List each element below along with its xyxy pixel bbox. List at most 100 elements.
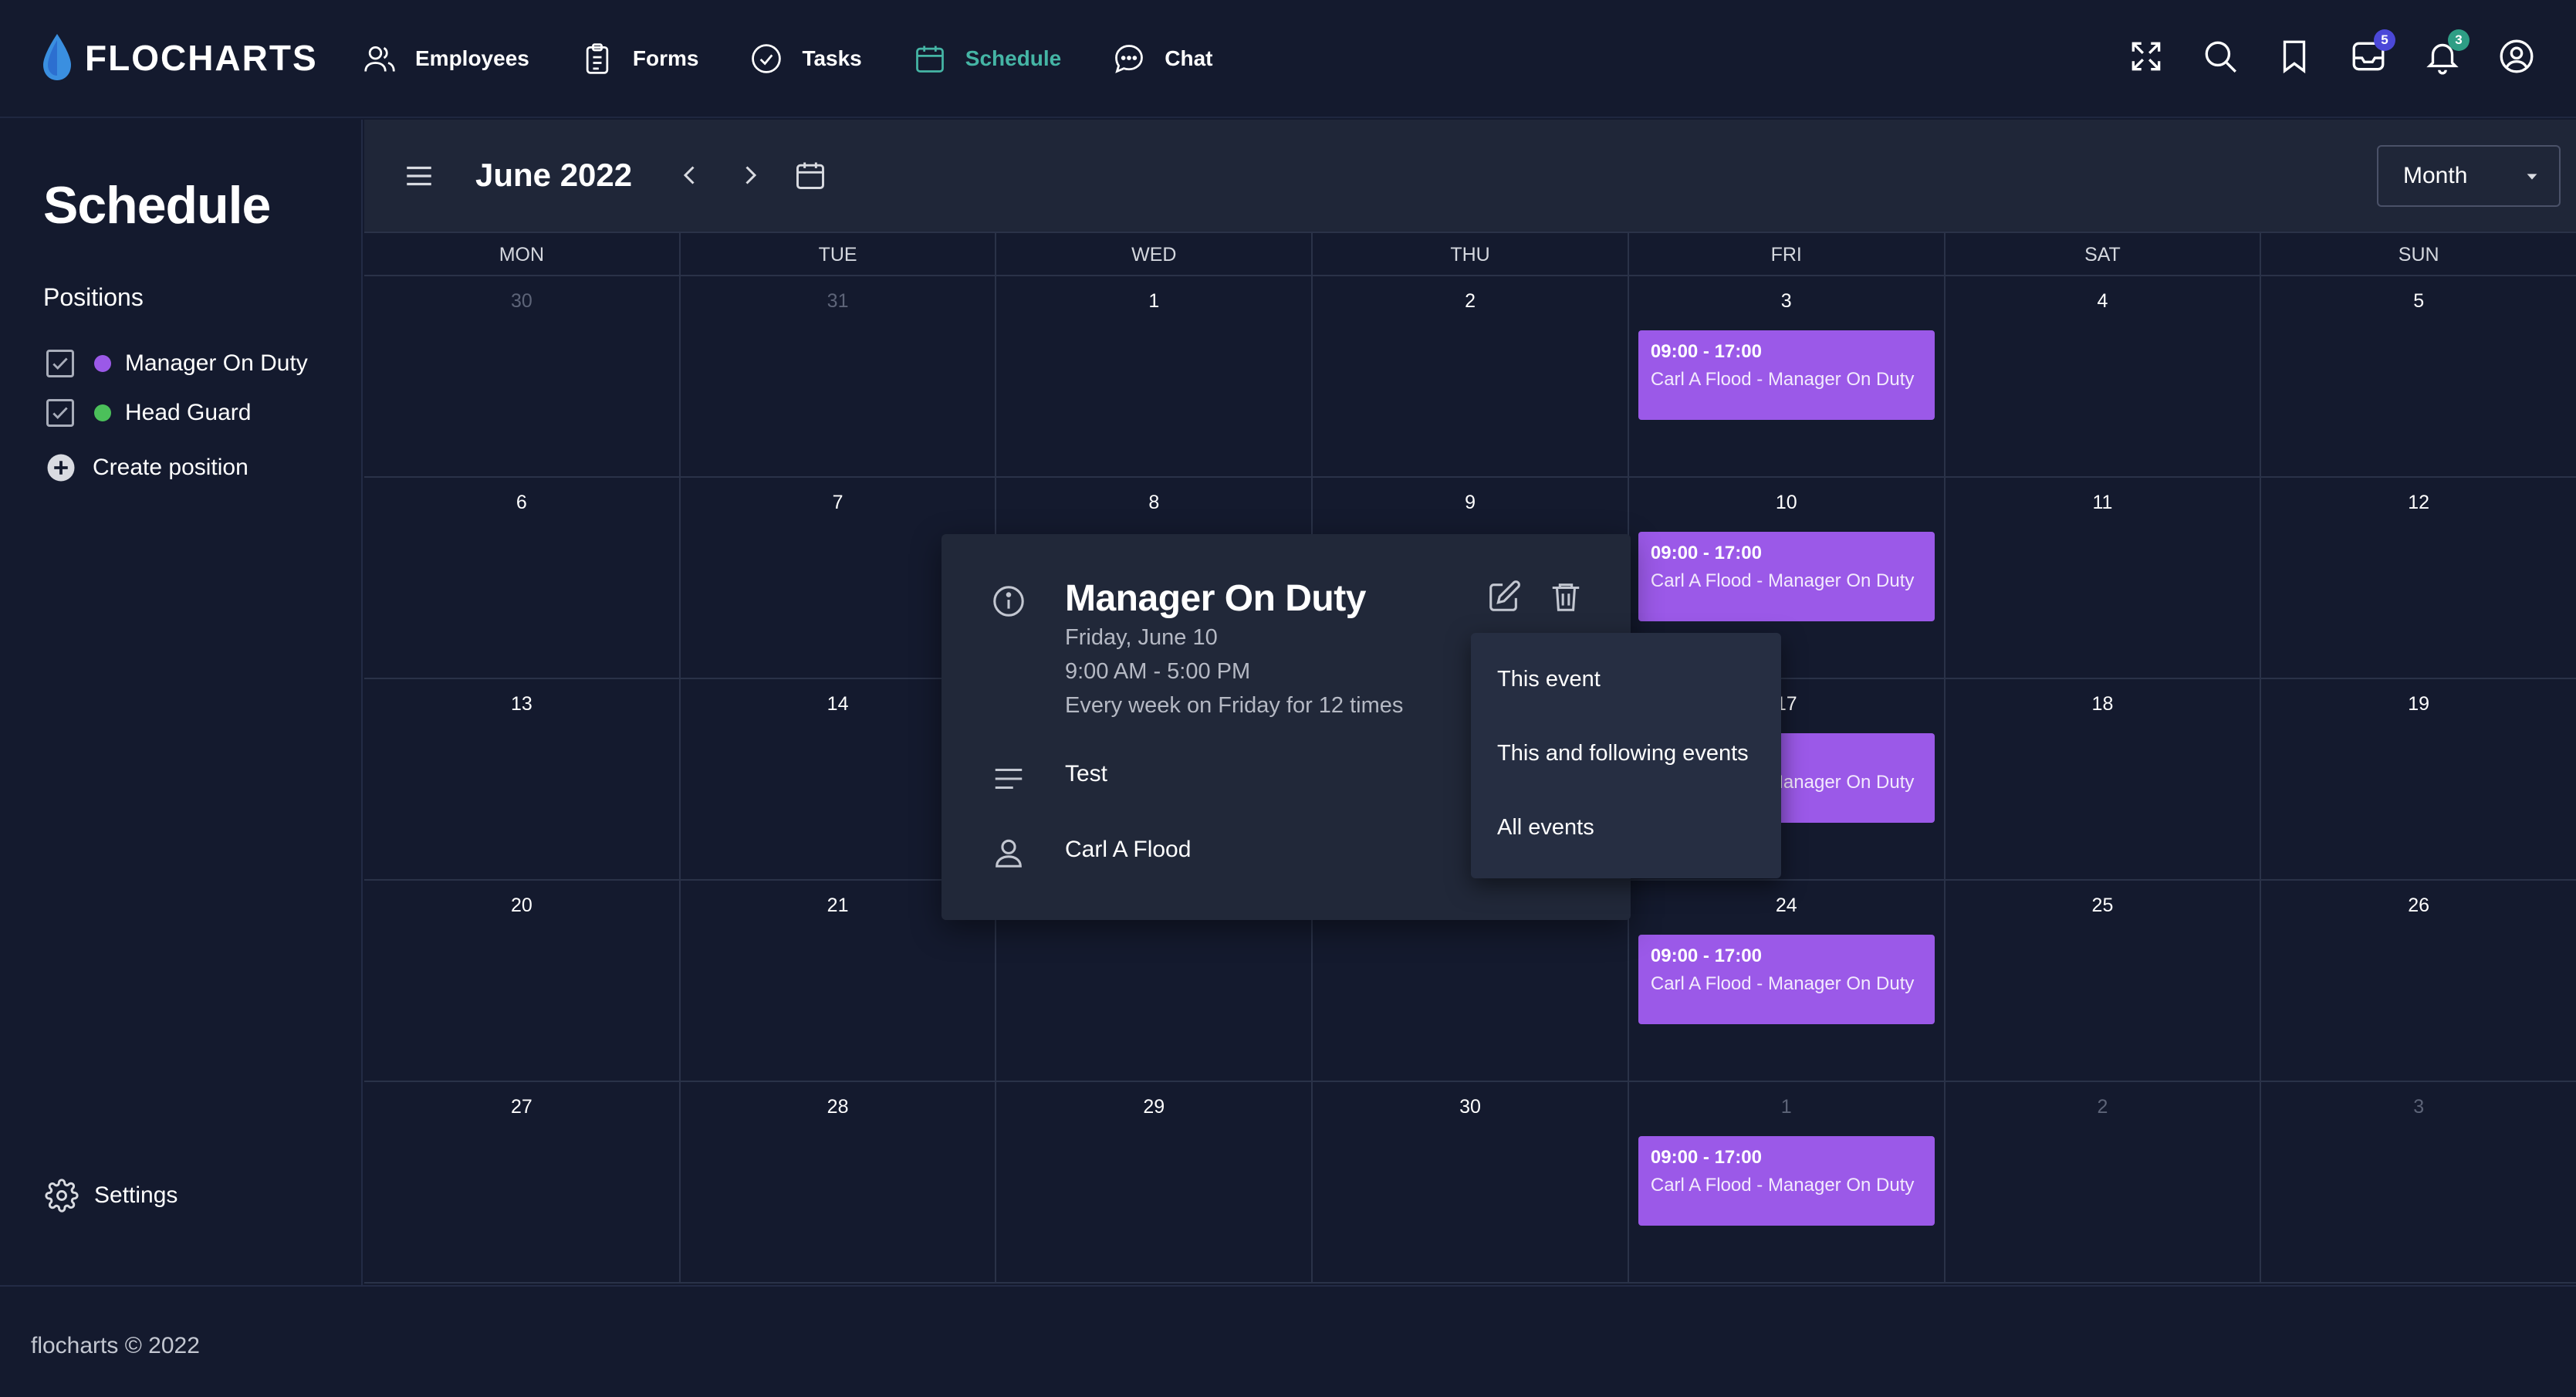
day-number: 2 [1465,290,1476,312]
chevron-right-icon[interactable] [736,161,764,189]
day-cell[interactable]: 26 [2260,881,2576,1081]
day-cell[interactable]: 30 [1311,1082,1628,1282]
day-cell[interactable]: 13 [364,679,679,879]
day-cell[interactable]: 29 [995,1082,1311,1282]
calendar-event[interactable]: 09:00 - 17:00 Carl A Flood - Manager On … [1638,1136,1935,1226]
day-cell[interactable]: 6 [364,478,679,678]
day-cell[interactable]: 18 [1943,679,2260,879]
search-icon [2205,41,2236,73]
calendar-icon [915,46,944,73]
nav-employees-label: Employees [415,46,529,70]
positions-heading: Positions [43,283,144,311]
day-number: 31 [827,290,849,312]
search-button[interactable] [2201,37,2240,76]
day-cell[interactable]: 2 [1311,276,1628,476]
notifications-button[interactable]: 3 [2423,29,2470,76]
page-title: Schedule [43,176,271,235]
day-cell[interactable]: 1 09:00 - 17:00 Carl A Flood - Manager O… [1627,1082,1944,1282]
top-actions: 5 3 [2091,29,2536,76]
event-time: 09:00 - 17:00 [1650,341,1762,362]
day-cell[interactable]: 5 [2260,276,2576,476]
menu-icon[interactable] [403,160,435,192]
day-cell[interactable]: 19 [2260,679,2576,879]
day-number: 8 [1148,492,1160,513]
day-cell[interactable]: 24 09:00 - 17:00 Carl A Flood - Manager … [1627,881,1944,1081]
day-cell[interactable]: 27 [364,1082,679,1282]
logo[interactable]: FLOCHARTS [40,31,318,85]
day-cell[interactable]: 2 [1943,1082,2260,1282]
position-color-dot [94,355,111,372]
day-number: 25 [2091,895,2114,916]
event-title: Carl A Flood - Manager On Duty [1650,369,1915,390]
calendar-event[interactable]: 09:00 - 17:00 Carl A Flood - Manager On … [1638,935,1935,1024]
popup-date: Friday, June 10 [1065,625,1218,650]
day-number: 10 [1775,492,1797,513]
bookmarks-button[interactable] [2275,37,2314,76]
inbox-button[interactable]: 5 [2349,29,2395,76]
day-cell[interactable]: 11 [1943,478,2260,678]
gear-icon [45,1179,79,1213]
position-manager-on-duty[interactable]: Manager On Duty [46,350,308,377]
position-head-guard[interactable]: Head Guard [46,399,251,427]
day-number: 13 [510,693,532,715]
weekday-label: THU [1311,233,1628,275]
popup-time: 9:00 AM - 5:00 PM [1065,659,1251,684]
nav-chat[interactable]: Chat [1112,36,1212,82]
plus-circle-icon [47,454,75,482]
calendar-event[interactable]: 09:00 - 17:00 Carl A Flood - Manager On … [1638,532,1935,621]
day-number: 11 [2092,492,2113,513]
view-select[interactable]: Month [2377,145,2561,207]
event-time: 09:00 - 17:00 [1650,945,1762,966]
fullscreen-button[interactable] [2127,37,2165,76]
day-cell[interactable]: 28 [678,1082,996,1282]
edit-icon[interactable] [1486,579,1522,614]
nav-schedule[interactable]: Schedule [913,36,1061,82]
day-number: 18 [2091,693,2114,715]
day-cell[interactable]: 25 [1943,881,2260,1081]
users-icon [364,46,395,72]
nav-forms[interactable]: Forms [580,36,698,82]
position-checkbox[interactable] [46,399,74,427]
day-number: 26 [2408,895,2430,916]
chat-icon [1115,45,1144,73]
day-number: 29 [1143,1096,1165,1118]
weekday-label: SUN [2260,233,2576,275]
check-icon [52,357,68,370]
caret-down-icon [2527,174,2537,180]
settings-button[interactable]: Settings [45,1179,177,1213]
day-cell[interactable]: 12 [2260,478,2576,678]
profile-button[interactable] [2497,37,2536,76]
day-number: 6 [516,492,527,513]
trash-icon[interactable] [1548,579,1584,614]
day-cell[interactable]: 4 [1943,276,2260,476]
nav-tasks[interactable]: Tasks [749,36,862,82]
day-number: 28 [827,1096,849,1118]
calendar-event[interactable]: 09:00 - 17:00 Carl A Flood - Manager On … [1638,330,1935,420]
nav-tasks-label: Tasks [802,46,862,70]
delete-all-events[interactable]: All events [1471,790,1781,864]
settings-label: Settings [94,1182,178,1208]
day-cell[interactable]: 1 [995,276,1311,476]
day-cell[interactable]: 30 [364,276,679,476]
clipboard-icon [586,43,609,74]
day-number: 2 [2097,1096,2108,1118]
weekday-label: FRI [1627,233,1944,275]
top-navbar: FLOCHARTS Employees Forms Tasks Schedule… [0,0,2576,118]
calendar-today-icon[interactable] [793,158,827,192]
chevron-left-icon[interactable] [676,161,704,189]
nav-chat-label: Chat [1165,46,1213,70]
create-position-button[interactable]: Create position [45,452,248,484]
delete-this-event[interactable]: This event [1471,642,1781,716]
day-cell[interactable]: 31 [678,276,996,476]
day-number: 3 [2413,1096,2425,1118]
position-checkbox[interactable] [46,350,74,377]
day-cell[interactable]: 3 09:00 - 17:00 Carl A Flood - Manager O… [1627,276,1944,476]
delete-following-events[interactable]: This and following events [1471,716,1781,790]
logo-text: FLOCHARTS [85,38,318,78]
sidebar: Schedule Positions Manager On Duty Head … [0,120,363,1285]
nav-employees[interactable]: Employees [363,36,529,82]
day-cell[interactable]: 20 [364,881,679,1081]
check-icon [52,407,68,419]
day-number: 9 [1465,492,1476,513]
day-cell[interactable]: 3 [2260,1082,2576,1282]
